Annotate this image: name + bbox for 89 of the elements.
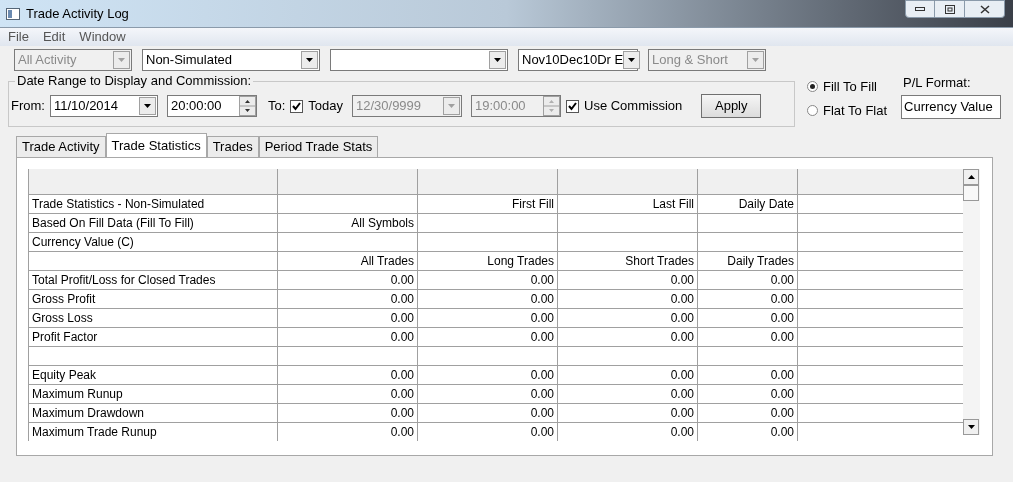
- table-cell: 0.00: [278, 385, 418, 403]
- table-cell: 0.00: [418, 271, 558, 289]
- table-cell: 0.00: [698, 385, 798, 403]
- table-cell: 0.00: [558, 385, 698, 403]
- table-cell: All Trades: [278, 252, 418, 270]
- table-cell: 0.00: [278, 290, 418, 308]
- table-cell: 0.00: [278, 271, 418, 289]
- dropdown[interactable]: [330, 49, 508, 71]
- table-cell: 0.00: [558, 423, 698, 441]
- checkbox[interactable]: [290, 99, 304, 113]
- today-label: Today: [308, 97, 343, 116]
- table-cell: Daily Trades: [698, 252, 798, 270]
- menu-item[interactable]: File: [8, 27, 29, 47]
- maximize-button[interactable]: [935, 0, 965, 18]
- table-cell: 0.00: [418, 404, 558, 422]
- table-cell: 0.00: [558, 366, 698, 384]
- dropdown[interactable]: Non-Simulated: [142, 49, 320, 71]
- table-cell: 0.00: [418, 328, 558, 346]
- table-cell: 0.00: [558, 309, 698, 327]
- table-cell: Currency Value (C): [28, 233, 278, 251]
- table-cell: 0.00: [278, 328, 418, 346]
- table-cell: Trade Statistics - Non-Simulated: [28, 195, 278, 213]
- table-cell: 0.00: [698, 366, 798, 384]
- tab[interactable]: Trade Activity: [16, 136, 106, 157]
- table-cell: 0.00: [418, 385, 558, 403]
- tab[interactable]: Trade Statistics: [105, 133, 207, 157]
- table-cell: 0.00: [278, 366, 418, 384]
- table-cell: Gross Loss: [28, 309, 278, 327]
- table-cell: 0.00: [278, 309, 418, 327]
- scroll-down-icon[interactable]: [963, 419, 979, 435]
- close-button[interactable]: [965, 0, 1005, 18]
- table-cell: 0.00: [418, 290, 558, 308]
- to-label: To:: [267, 97, 286, 116]
- minimize-button[interactable]: [905, 0, 935, 18]
- scroll-thumb[interactable]: [963, 185, 979, 201]
- table-cell: Long Trades: [418, 252, 558, 270]
- table-cell: Maximum Runup: [28, 385, 278, 403]
- table-cell: 0.00: [418, 309, 558, 327]
- table-cell: Based On Fill Data (Fill To Fill): [28, 214, 278, 232]
- time-field[interactable]: 20:00:00: [166, 95, 257, 117]
- menu-item[interactable]: Window: [79, 27, 126, 47]
- menu-item[interactable]: Edit: [42, 27, 66, 47]
- table-cell: 0.00: [698, 423, 798, 441]
- table-cell: Maximum Trade Runup: [28, 423, 278, 441]
- table-cell: Total Profit/Loss for Closed Trades: [28, 271, 278, 289]
- spinner-arrows-icon[interactable]: [238, 96, 256, 116]
- app-icon: [6, 7, 20, 20]
- dropdown[interactable]: Nov10Dec10Dr E: [518, 49, 638, 71]
- table-cell: Equity Peak: [28, 366, 278, 384]
- table-cell: 0.00: [698, 290, 798, 308]
- radio-label: Flat To Flat: [823, 101, 888, 120]
- table-cell: 0.00: [418, 366, 558, 384]
- table-cell: 0.00: [278, 423, 418, 441]
- from-label: From:: [11, 97, 45, 116]
- window-title: Trade Activity Log: [26, 4, 129, 23]
- dropdown[interactable]: 11/10/2014: [49, 95, 158, 117]
- scrollbar[interactable]: [963, 169, 980, 435]
- tab[interactable]: Period Trade Stats: [258, 136, 379, 157]
- pl-format-label: P/L Format:: [902, 74, 972, 92]
- table-cell: Short Trades: [558, 252, 698, 270]
- table-cell: Maximum Drawdown: [28, 404, 278, 422]
- table-cell: 0.00: [698, 404, 798, 422]
- table-cell: Profit Factor: [28, 328, 278, 346]
- table-cell: 0.00: [278, 404, 418, 422]
- apply-button[interactable]: Apply: [701, 94, 762, 118]
- radio-button[interactable]: [807, 104, 818, 116]
- radio-button[interactable]: [807, 81, 818, 93]
- tab[interactable]: Trades: [206, 136, 259, 157]
- minimize-icon: [915, 7, 925, 11]
- table-cell: 0.00: [558, 404, 698, 422]
- table-cell: 0.00: [558, 290, 698, 308]
- table-cell: 0.00: [698, 328, 798, 346]
- pl-format-field[interactable]: Currency Value: [901, 94, 1002, 119]
- table-cell: Gross Profit: [28, 290, 278, 308]
- table-cell: 0.00: [558, 328, 698, 346]
- commission-label: Use Commission: [584, 97, 683, 116]
- checkbox[interactable]: [566, 99, 579, 113]
- table-cell: Daily Date: [698, 195, 798, 213]
- table-cell: First Fill: [418, 195, 558, 213]
- maximize-icon: [944, 4, 955, 14]
- table-cell: Last Fill: [558, 195, 698, 213]
- table-cell: 0.00: [558, 271, 698, 289]
- scroll-up-icon[interactable]: [963, 169, 979, 185]
- radio-label: Fill To Fill: [823, 78, 877, 96]
- table-cell: 0.00: [698, 271, 798, 289]
- table-cell: All Symbols: [278, 214, 418, 232]
- table-cell: 0.00: [698, 309, 798, 327]
- close-icon: [979, 4, 990, 14]
- table-cell: 0.00: [418, 423, 558, 441]
